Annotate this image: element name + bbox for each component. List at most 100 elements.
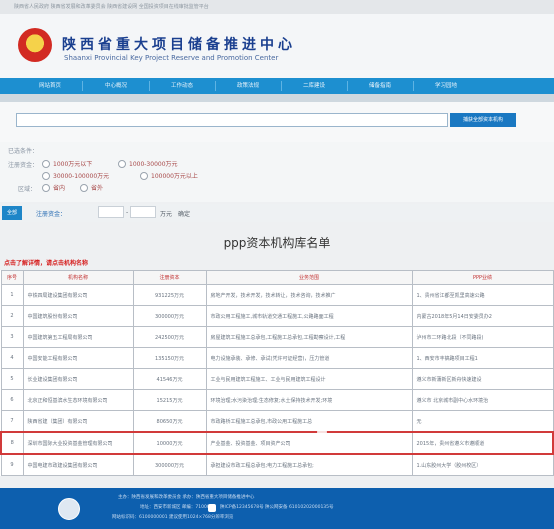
capital-option-3[interactable]: 30000-100000万元 bbox=[42, 171, 109, 180]
institution-name-link[interactable]: 中铁四局建设集团有限公司 bbox=[22, 284, 134, 306]
top-links-text[interactable]: 陕西省人民政府 陕西省发展和改革委员会 陕西省建设网 全国投资项目在线审批监管平… bbox=[14, 4, 209, 10]
row-scope: 市政路桥工程施工总承包,市政公用工程施工总 bbox=[205, 410, 413, 433]
row-no: 9 bbox=[0, 453, 24, 476]
national-emblem-icon bbox=[18, 28, 52, 62]
main-nav: 网站首页 中心概况 工作动态 政策法规 二库建设 储备指南 学习园地 bbox=[0, 78, 554, 94]
table-row: 2 中国建筑股份有限公司 300000万元 市政公用工程施工,城市轨道交通工程施… bbox=[0, 305, 554, 327]
nav-divider bbox=[215, 81, 216, 91]
row-ppp: 遵义市新蒲新区新舟快速建设 bbox=[411, 368, 554, 390]
row-no: 1 bbox=[0, 284, 24, 306]
row-scope: 房地产开发，技术开发，技术转让，技术咨询，技术推广 bbox=[205, 284, 413, 306]
footer-line-3: 陕ICP备12345678号 陕公网安备 61010202000135号 bbox=[220, 505, 334, 510]
banner-strip bbox=[0, 94, 554, 102]
institution-name-link[interactable]: 中国建筑股份有限公司 bbox=[22, 305, 134, 327]
row-no: 7 bbox=[0, 410, 24, 433]
row-capital: 931225万元 bbox=[132, 284, 207, 306]
nav-divider bbox=[149, 81, 150, 91]
institution-table: 序号 机构名称 注册资本 业务范围 PPP业绩 1 中铁四局建设集团有限公司 9… bbox=[0, 270, 554, 476]
top-links-bar: 陕西省人民政府 陕西省发展和改革委员会 陕西省建设网 全国投资项目在线审批监管平… bbox=[0, 0, 554, 14]
row-ppp: 泸州市二环路北段（不同路段) bbox=[411, 326, 554, 348]
nav-news[interactable]: 工作动态 bbox=[152, 78, 212, 94]
table-header-row: 序号 机构名称 注册资本 业务范围 PPP业绩 bbox=[0, 270, 554, 285]
row-capital: 300000万元 bbox=[132, 453, 207, 476]
nav-guide[interactable]: 储备指南 bbox=[350, 78, 410, 94]
nav-divider bbox=[347, 81, 348, 91]
region-option-province[interactable]: 省内 bbox=[42, 183, 65, 192]
row-scope: 房屋建筑工程施工总承包,工程施工总承包,工程勘察设计,工程 bbox=[205, 326, 413, 348]
radio-icon bbox=[42, 159, 50, 168]
row-capital: 300000万元 bbox=[132, 305, 207, 327]
unit-label: 万元 bbox=[160, 211, 173, 218]
table-row: 7 陕西省建（集团）有限公司 80650万元 市政路桥工程施工总承包,市政公用工… bbox=[0, 410, 554, 433]
col-header-no: 序号 bbox=[0, 270, 24, 285]
range-dash: - bbox=[126, 209, 129, 216]
row-scope: 产业基金、投资基金、项目资产公司 bbox=[205, 431, 413, 455]
all-tag[interactable]: 全部 bbox=[2, 206, 22, 220]
row-scope: 工业与民用建筑工程施工、工业与民用建筑工程设计 bbox=[205, 368, 413, 390]
nav-about[interactable]: 中心概况 bbox=[86, 78, 146, 94]
region-filter-label: 区域： bbox=[18, 186, 37, 193]
institution-name-link[interactable]: 陕西省建（集团）有限公司 bbox=[22, 410, 134, 433]
table-row: 4 中国安能工程有限公司 135150万元 电力设施承装、承修、承试(凭许可证经… bbox=[0, 347, 554, 369]
row-ppp: 内蒙古2018年5月14日安委员办2 bbox=[411, 305, 554, 327]
mouse-cursor-icon bbox=[317, 427, 327, 437]
col-header-ppp: PPP业绩 bbox=[411, 270, 554, 285]
capital-filter-label: 注册资金： bbox=[8, 162, 39, 169]
table-row: 5 长业建设集团有限公司 41546万元 工业与民用建筑工程施工、工业与民用建筑… bbox=[0, 368, 554, 390]
nav-study[interactable]: 学习园地 bbox=[416, 78, 476, 94]
radio-icon bbox=[42, 183, 50, 192]
footer-logo-icon bbox=[58, 498, 80, 520]
site-title: 陕西省重大项目储备推进中心 bbox=[62, 37, 296, 53]
row-ppp: 无 bbox=[411, 410, 554, 433]
row-capital: 242500万元 bbox=[132, 326, 207, 348]
row-scope: 承担建设市政工程总承包;电力工程施工总承包; bbox=[205, 453, 413, 476]
capital-option-2[interactable]: 1000-30000万元 bbox=[118, 159, 178, 168]
row-capital: 15215万元 bbox=[132, 389, 207, 411]
site-subtitle: Shaanxi Provincial Key Project Reserve a… bbox=[64, 54, 279, 62]
capital-option-1[interactable]: 1000万元以下 bbox=[42, 159, 92, 168]
footer-line-1: 主办：陕西省发展和改革委员会 承办：陕西省重大项目储备推进中心 bbox=[118, 495, 255, 500]
institution-name-link[interactable]: 北京正和恒基滨水生态环境有限公司 bbox=[22, 389, 134, 411]
nav-divider bbox=[281, 81, 282, 91]
col-header-capital: 注册资本 bbox=[132, 270, 207, 285]
search-button[interactable]: 捕获全部资本机构 bbox=[450, 113, 516, 127]
table-row: 3 中国建筑第五工程局有限公司 242500万元 房屋建筑工程施工总承包,工程施… bbox=[0, 326, 554, 348]
capital-option-4[interactable]: 100000万元以上 bbox=[140, 171, 198, 180]
capital-range-label: 注册资金： bbox=[36, 211, 67, 218]
footer-line-2: 地址：西安市新城区 邮编：710006 bbox=[140, 505, 213, 510]
search-input[interactable] bbox=[16, 113, 448, 127]
row-ppp: 遵义市 北京城市副中心水环境治 bbox=[411, 389, 554, 411]
capital-min-input[interactable] bbox=[98, 206, 124, 218]
confirm-button[interactable]: 确定 bbox=[178, 209, 190, 218]
row-no: 3 bbox=[0, 326, 24, 348]
nav-divider bbox=[82, 81, 83, 91]
institution-name-link[interactable]: 中国建筑第五工程局有限公司 bbox=[22, 326, 134, 348]
row-scope: 电力设施承装、承修、承试(凭许可证经营)，压力管道 bbox=[205, 347, 413, 369]
capital-max-input[interactable] bbox=[130, 206, 156, 218]
institution-name-link[interactable]: 长业建设集团有限公司 bbox=[22, 368, 134, 390]
institution-name-link[interactable]: 中国安能工程有限公司 bbox=[22, 347, 134, 369]
row-no: 6 bbox=[0, 389, 24, 411]
row-ppp: 1、西安市丰镐路项目工程1 bbox=[411, 347, 554, 369]
row-capital: 41546万元 bbox=[132, 368, 207, 390]
row-no: 5 bbox=[0, 368, 24, 390]
library-title: ppp资本机构库名单 bbox=[223, 236, 331, 250]
institution-name-link[interactable]: 中国电建市政建设集团有限公司 bbox=[22, 453, 134, 476]
table-row-highlighted: 8 深圳市国际大业投资基金管理有限公司 10000万元 产业基金、投资基金、项目… bbox=[0, 431, 554, 455]
col-header-scope: 业务范围 bbox=[205, 270, 413, 285]
row-scope: 市政公用工程施工,城市轨道交通工程施工,公路路面工程 bbox=[205, 305, 413, 327]
row-ppp: 2015年，贵州省遵义市遵顺道 bbox=[411, 431, 554, 455]
table-row: 9 中国电建市政建设集团有限公司 300000万元 承担建设市政工程总承包;电力… bbox=[0, 453, 554, 476]
col-header-name: 机构名称 bbox=[22, 270, 134, 285]
institution-name-link[interactable]: 深圳市国际大业投资基金管理有限公司 bbox=[22, 431, 134, 455]
nav-policy[interactable]: 政策法规 bbox=[218, 78, 278, 94]
nav-home[interactable]: 网站首页 bbox=[20, 78, 80, 94]
row-no: 8 bbox=[0, 431, 24, 455]
radio-icon bbox=[42, 171, 50, 180]
region-option-outside[interactable]: 省外 bbox=[80, 183, 103, 192]
table-row: 6 北京正和恒基滨水生态环境有限公司 15215万元 环境治理;水污染治理;生态… bbox=[0, 389, 554, 411]
nav-library[interactable]: 二库建设 bbox=[284, 78, 344, 94]
row-ppp: 1.山东胶州大学（胶州校区） bbox=[411, 453, 554, 476]
selected-conditions-label: 已选条件： bbox=[8, 148, 39, 155]
row-capital: 10000万元 bbox=[132, 431, 207, 455]
